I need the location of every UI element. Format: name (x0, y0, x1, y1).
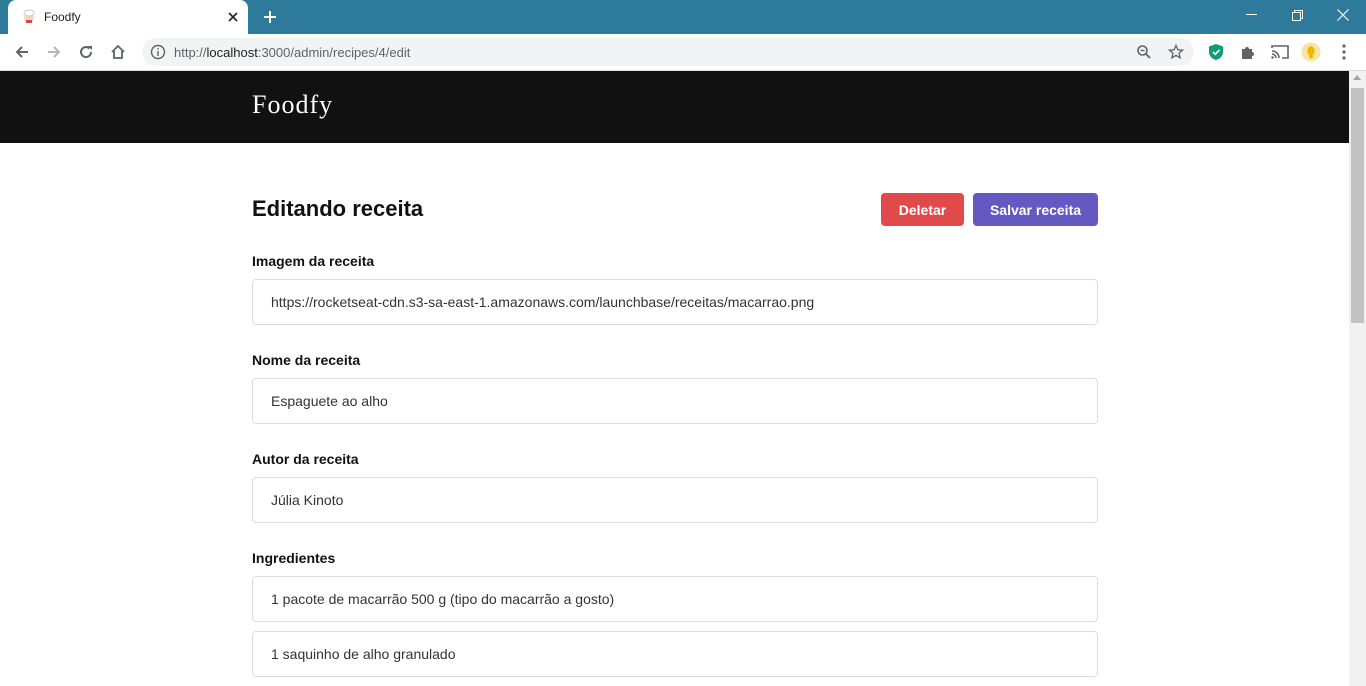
scrollbar-thumb[interactable] (1351, 88, 1364, 323)
minimize-icon[interactable] (1228, 0, 1274, 30)
author-label: Autor da receita (252, 451, 359, 467)
page-scrollbar[interactable] (1349, 71, 1366, 686)
name-label: Nome da receita (252, 352, 361, 368)
ingredient-input[interactable]: 1 pacote de macarrão 500 g (tipo do maca… (252, 576, 1098, 622)
shield-extension-icon[interactable] (1206, 42, 1226, 62)
close-window-icon[interactable] (1320, 0, 1366, 30)
save-recipe-button[interactable]: Salvar receita (973, 193, 1098, 226)
browser-toolbar: http://localhost:3000/admin/recipes/4/ed… (0, 34, 1366, 71)
chef-favicon-icon (21, 9, 37, 25)
page-title: Editando receita (252, 196, 424, 221)
back-arrow-icon[interactable] (8, 38, 36, 66)
browser-titlebar: Foodfy (0, 0, 1366, 34)
menu-kebab-icon[interactable] (1334, 42, 1354, 62)
address-bar[interactable]: http://localhost:3000/admin/recipes/4/ed… (142, 38, 1194, 66)
author-input[interactable]: Júlia Kinoto (252, 477, 1098, 523)
browser-tab[interactable]: Foodfy (8, 0, 248, 34)
bookmark-star-icon[interactable] (1167, 43, 1185, 60)
image-url-input[interactable]: https://rocketseat-cdn.s3-sa-east-1.amaz… (252, 279, 1098, 325)
url-text: http://localhost:3000/admin/recipes/4/ed… (174, 45, 410, 60)
tab-title: Foodfy (44, 10, 81, 24)
recipe-name-input[interactable]: Espaguete ao alho (252, 378, 1098, 424)
ingredients-label: Ingredientes (252, 550, 336, 566)
extensions-puzzle-icon[interactable] (1238, 42, 1258, 62)
profile-avatar-icon[interactable] (1301, 42, 1321, 62)
site-header: Foodfy (0, 71, 1349, 143)
new-tab-plus-icon[interactable] (258, 6, 282, 28)
zoom-icon[interactable] (1136, 44, 1152, 60)
reload-icon[interactable] (72, 38, 100, 66)
close-tab-icon[interactable] (224, 8, 242, 26)
scroll-up-arrow-icon[interactable] (1353, 75, 1361, 80)
forward-arrow-icon[interactable] (40, 38, 68, 66)
cast-icon[interactable] (1270, 42, 1290, 62)
delete-button[interactable]: Deletar (881, 193, 964, 226)
site-info-icon[interactable] (150, 44, 166, 60)
url-path: :3000/admin/recipes/4/edit (257, 45, 411, 60)
ingredient-input[interactable]: 1 saquinho de alho granulado (252, 631, 1098, 677)
page-viewport: Foodfy Editando receita Deletar Salvar r… (0, 71, 1349, 686)
restore-icon[interactable] (1274, 0, 1320, 30)
url-prefix: http:// (174, 45, 207, 60)
home-icon[interactable] (104, 38, 132, 66)
image-label: Imagem da receita (252, 253, 375, 269)
site-logo[interactable]: Foodfy (252, 90, 333, 120)
url-host: localhost (206, 45, 258, 60)
